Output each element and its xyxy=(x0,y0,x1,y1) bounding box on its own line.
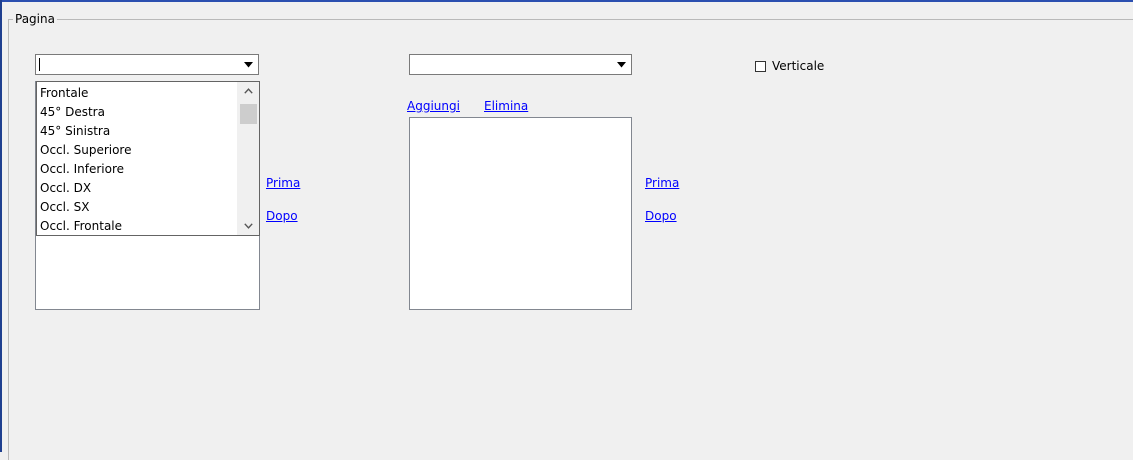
chevron-up-icon xyxy=(243,88,253,94)
left-prima-link[interactable]: Prima xyxy=(266,175,300,191)
groupbox-title: Pagina xyxy=(13,11,57,27)
verticale-checkbox[interactable] xyxy=(755,60,766,72)
chevron-down-icon xyxy=(244,61,253,67)
dropdown-item[interactable]: Occl. SX xyxy=(39,198,234,217)
scroll-down-button[interactable] xyxy=(237,217,259,235)
dropdown-scrollbar[interactable] xyxy=(237,82,259,235)
left-combo[interactable] xyxy=(35,54,259,75)
scroll-thumb[interactable] xyxy=(240,104,257,124)
dropdown-item[interactable]: Occl. Superiore xyxy=(39,141,234,160)
elimina-link[interactable]: Elimina xyxy=(484,98,528,114)
left-combo-dropdown[interactable]: Frontale 45° Destra 45° Sinistra Occl. S… xyxy=(36,81,260,236)
aggiungi-link[interactable]: Aggiungi xyxy=(407,98,460,114)
dropdown-list: Frontale 45° Destra 45° Sinistra Occl. S… xyxy=(39,84,234,235)
scroll-up-button[interactable] xyxy=(237,82,259,100)
window-top-border xyxy=(0,0,1133,2)
left-dopo-link[interactable]: Dopo xyxy=(266,208,298,224)
chevron-down-icon xyxy=(243,223,253,229)
dropdown-item[interactable]: 45° Sinistra xyxy=(39,122,234,141)
verticale-checkbox-row[interactable]: Verticale xyxy=(755,58,824,74)
left-combo-arrow-button[interactable] xyxy=(240,56,257,73)
right-combo-arrow-button[interactable] xyxy=(613,56,630,73)
dropdown-item[interactable]: 45° Destra xyxy=(39,103,234,122)
right-prima-link[interactable]: Prima xyxy=(645,175,679,191)
right-combo[interactable] xyxy=(409,54,632,75)
chevron-down-icon xyxy=(617,61,626,67)
dropdown-item[interactable]: Occl. Inferiore xyxy=(39,160,234,179)
dropdown-item[interactable]: Occl. DX xyxy=(39,179,234,198)
right-listbox[interactable] xyxy=(409,117,632,310)
dropdown-item[interactable]: Occl. Frontale xyxy=(39,217,234,235)
verticale-label[interactable]: Verticale xyxy=(772,58,824,74)
window-left-border xyxy=(0,0,2,452)
text-caret xyxy=(39,58,40,71)
dropdown-item[interactable]: Frontale xyxy=(39,84,234,103)
right-dopo-link[interactable]: Dopo xyxy=(645,208,677,224)
